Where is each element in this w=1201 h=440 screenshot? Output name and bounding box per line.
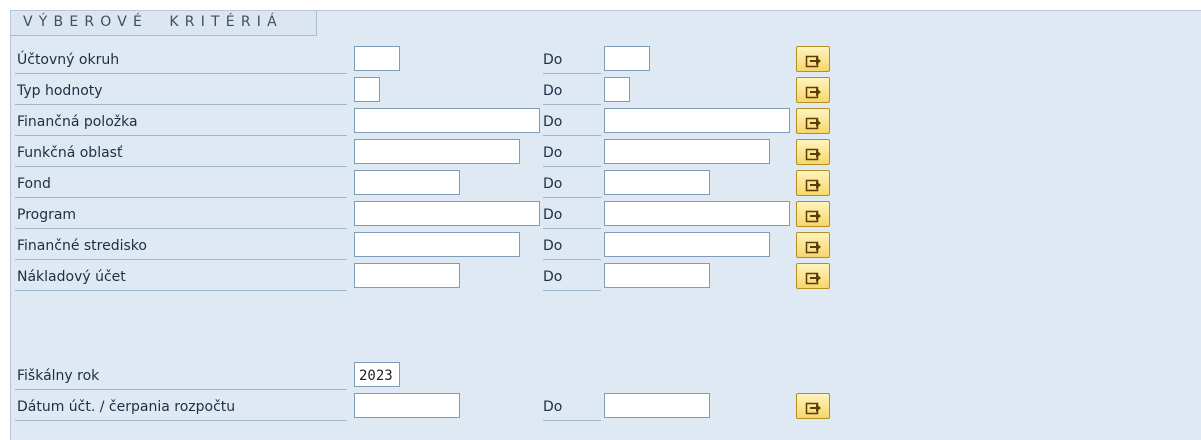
accounting-area-to-field[interactable] [604, 46, 650, 71]
label-to: Do [543, 172, 601, 198]
commitment-item-from-field[interactable] [354, 108, 540, 133]
multiple-selection-button[interactable] [796, 139, 830, 165]
label-to: Do [543, 395, 601, 421]
label-to: Do [543, 110, 601, 136]
multiple-selection-button[interactable] [796, 393, 830, 419]
label-fund: Fond [15, 172, 347, 198]
multiple-selection-arrow-icon [805, 402, 821, 415]
label-to: Do [543, 79, 601, 105]
label-fiscal-year: Fiškálny rok [15, 364, 347, 390]
label-to: Do [543, 234, 601, 260]
multiple-selection-button[interactable] [796, 108, 830, 134]
cost-element-to-field[interactable] [604, 263, 710, 288]
funds-center-from-field[interactable] [354, 232, 520, 257]
label-to: Do [543, 48, 601, 74]
multiple-selection-arrow-icon [805, 210, 821, 223]
multiple-selection-button[interactable] [796, 263, 830, 289]
label-to: Do [543, 265, 601, 291]
multiple-selection-arrow-icon [805, 241, 821, 254]
label-to: Do [543, 203, 601, 229]
posting-date-from-field[interactable] [354, 393, 460, 418]
multiple-selection-arrow-icon [805, 179, 821, 192]
multiple-selection-arrow-icon [805, 272, 821, 285]
fund-from-field[interactable] [354, 170, 460, 195]
value-type-to-field[interactable] [604, 77, 630, 102]
multiple-selection-button[interactable] [796, 201, 830, 227]
label-posting-date: Dátum účt. / čerpania rozpočtu [15, 395, 347, 421]
functional-area-to-field[interactable] [604, 139, 770, 164]
program-to-field[interactable] [604, 201, 790, 226]
functional-area-from-field[interactable] [354, 139, 520, 164]
multiple-selection-arrow-icon [805, 55, 821, 68]
label-cost-element: Nákladový účet [15, 265, 347, 291]
multiple-selection-arrow-icon [805, 86, 821, 99]
accounting-area-from-field[interactable] [354, 46, 400, 71]
label-program: Program [15, 203, 347, 229]
posting-date-to-field[interactable] [604, 393, 710, 418]
value-type-from-field[interactable] [354, 77, 380, 102]
cost-element-from-field[interactable] [354, 263, 460, 288]
fiscal-year-field[interactable] [354, 362, 400, 387]
multiple-selection-button[interactable] [796, 46, 830, 72]
multiple-selection-arrow-icon [805, 117, 821, 130]
multiple-selection-button[interactable] [796, 170, 830, 196]
label-functional-area: Funkčná oblasť [15, 141, 347, 167]
label-funds-center: Finančné stredisko [15, 234, 347, 260]
fund-to-field[interactable] [604, 170, 710, 195]
label-accounting-area: Účtovný okruh [15, 48, 347, 74]
section-title: VÝBEROVÉ KRITÉRIÁ [23, 14, 283, 30]
multiple-selection-button[interactable] [796, 77, 830, 103]
multiple-selection-arrow-icon [805, 148, 821, 161]
section-header: VÝBEROVÉ KRITÉRIÁ [11, 11, 317, 36]
label-commitment-item: Finančná položka [15, 110, 347, 136]
commitment-item-to-field[interactable] [604, 108, 790, 133]
multiple-selection-button[interactable] [796, 232, 830, 258]
label-to: Do [543, 141, 601, 167]
funds-center-to-field[interactable] [604, 232, 770, 257]
program-from-field[interactable] [354, 201, 540, 226]
label-value-type: Typ hodnoty [15, 79, 347, 105]
